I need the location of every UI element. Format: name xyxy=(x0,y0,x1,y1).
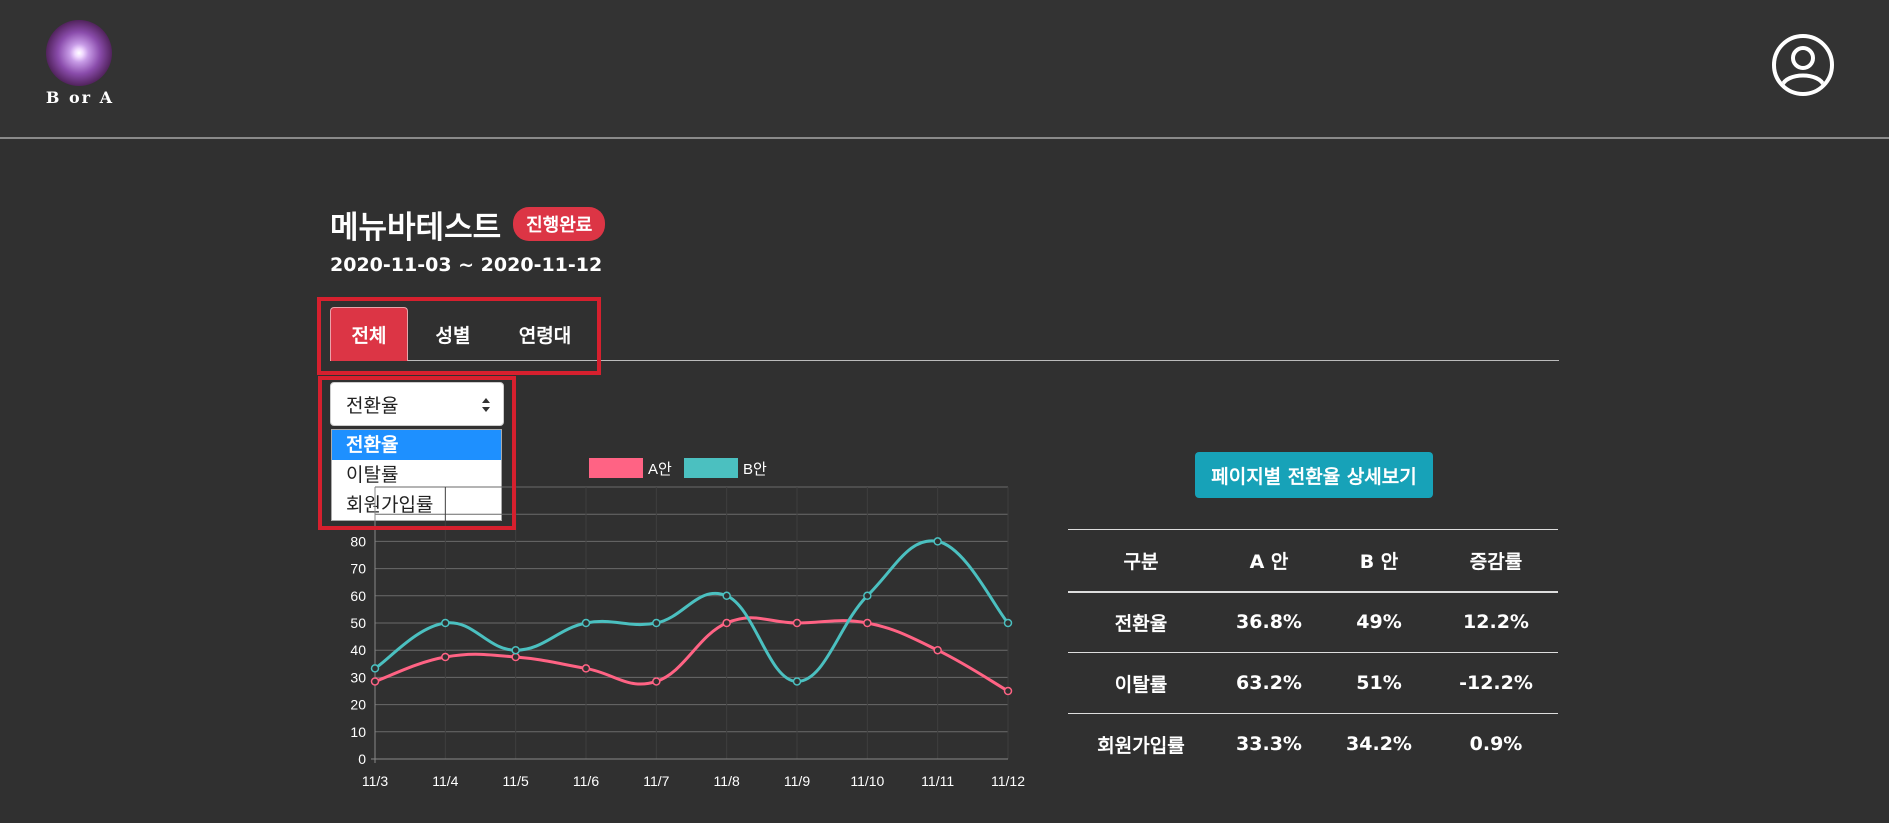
data-point-a xyxy=(863,618,872,628)
data-point-b xyxy=(722,591,731,601)
y-tick-label: 30 xyxy=(350,669,366,685)
data-point-a xyxy=(933,645,942,655)
x-tick-label: 11/7 xyxy=(643,773,669,789)
data-point-b xyxy=(652,618,661,628)
table-cell: 36.8% xyxy=(1236,611,1302,634)
data-point-a xyxy=(722,618,731,628)
x-tick-label: 11/5 xyxy=(503,773,529,789)
data-point-a xyxy=(1003,686,1013,696)
x-tick-label: 11/8 xyxy=(714,773,740,789)
table-cell: 이탈률 xyxy=(1114,673,1168,696)
table-cell: 51% xyxy=(1356,672,1402,694)
line-chart: 0 10 20 30 40 50 60 70 80 11/3 11/4 11/5 11/6 11/7 11/… xyxy=(350,450,1040,795)
table-cell: -12.2% xyxy=(1459,672,1533,694)
experiment-title-row: 메뉴바테스트 진행완료 xyxy=(330,202,606,246)
y-tick-label: 50 xyxy=(350,615,366,631)
y-tick-label: 60 xyxy=(350,588,366,604)
data-point-a xyxy=(792,618,802,628)
table-header-cell: B 안 xyxy=(1359,550,1399,573)
data-point-b xyxy=(1003,618,1013,628)
status-badge: 진행완료 xyxy=(513,207,606,241)
metric-select[interactable]: 전환율 xyxy=(330,382,504,426)
logo[interactable]: B or A xyxy=(40,20,120,110)
data-point-b xyxy=(370,664,380,673)
user-profile-button[interactable] xyxy=(1772,34,1834,96)
table-row: 이탈률 63.2% 51% -12.2% xyxy=(1068,652,1558,714)
tab-age[interactable]: 연령대 xyxy=(496,307,594,361)
logo-text: B or A xyxy=(45,88,115,107)
table-row: 회원가입률 33.3% 34.2% 0.9% xyxy=(1068,713,1558,775)
data-point-b xyxy=(441,618,450,628)
x-tick-label: 11/3 xyxy=(362,773,388,789)
data-point-b xyxy=(581,618,591,628)
table-header-cell: A 안 xyxy=(1249,550,1289,573)
date-range: 2020-11-03 ~ 2020-11-12 xyxy=(330,254,603,276)
logo-icon xyxy=(46,20,112,86)
table-row: 전환율 36.8% 49% 12.2% xyxy=(1068,591,1558,653)
data-point-b xyxy=(933,537,942,546)
data-point-a xyxy=(441,652,450,662)
x-tick-label: 11/4 xyxy=(432,773,458,789)
page-conversion-detail-button[interactable]: 페이지별 전환율 상세보기 xyxy=(1195,452,1433,498)
legend-swatch-a xyxy=(589,458,643,478)
tab-all[interactable]: 전체 xyxy=(330,307,408,361)
user-circle-icon xyxy=(1780,46,1826,87)
x-tick-label: 11/12 xyxy=(991,773,1025,789)
x-tick-label: 11/10 xyxy=(850,773,884,789)
y-tick-label: 80 xyxy=(350,533,366,549)
data-point-a xyxy=(370,677,380,686)
y-tick-label: 20 xyxy=(350,697,366,713)
stats-table: 구분 A 안 B 안 증감률 전환율 36.8% 49% 12.2% 이탈률 6… xyxy=(1068,529,1558,775)
y-tick-label: 40 xyxy=(350,642,366,658)
tab-gender[interactable]: 성별 xyxy=(410,307,496,361)
legend-swatch-b xyxy=(684,458,738,478)
line-chart-svg: 0 10 20 30 40 50 60 70 80 11/3 11/4 11/5 11/6 11/7 11/… xyxy=(350,458,1025,789)
data-point-b xyxy=(511,645,520,655)
table-cell: 63.2% xyxy=(1236,672,1302,694)
data-point-b xyxy=(792,677,802,686)
page-title: 메뉴바테스트 xyxy=(330,209,502,246)
table-cell: 전환율 xyxy=(1114,612,1168,635)
data-point-b xyxy=(863,591,872,601)
data-point-a xyxy=(511,652,520,662)
table-cell: 33.3% xyxy=(1236,733,1302,756)
x-tick-label: 11/6 xyxy=(573,773,599,789)
sort-arrows-icon xyxy=(482,398,490,412)
x-tick-label: 11/11 xyxy=(921,773,954,789)
y-tick-label: 0 xyxy=(358,751,366,767)
app-header: B or A xyxy=(0,0,1889,139)
metric-select-value: 전환율 xyxy=(346,394,399,417)
y-tick-label: 70 xyxy=(350,561,366,577)
series-line-b xyxy=(374,539,1010,683)
data-point-a xyxy=(652,677,661,686)
table-cell: 12.2% xyxy=(1463,611,1529,634)
legend-label-b: B안 xyxy=(743,461,767,478)
table-cell: 34.2% xyxy=(1346,733,1412,756)
table-header-cell: 구분 xyxy=(1123,550,1159,573)
table-header-cell: 증감률 xyxy=(1469,550,1523,573)
table-cell: 0.9% xyxy=(1469,733,1523,756)
segment-tabs: 전체 성별 연령대 xyxy=(330,307,1559,361)
legend-label-a: A안 xyxy=(648,461,672,478)
table-cell: 회원가입률 xyxy=(1097,734,1185,757)
y-tick-label: 10 xyxy=(350,724,366,740)
x-tick-label: 11/9 xyxy=(784,773,810,789)
table-cell: 49% xyxy=(1356,611,1402,634)
data-point-a xyxy=(581,664,591,673)
table-header-row: 구분 A 안 B 안 증감률 xyxy=(1068,529,1558,592)
